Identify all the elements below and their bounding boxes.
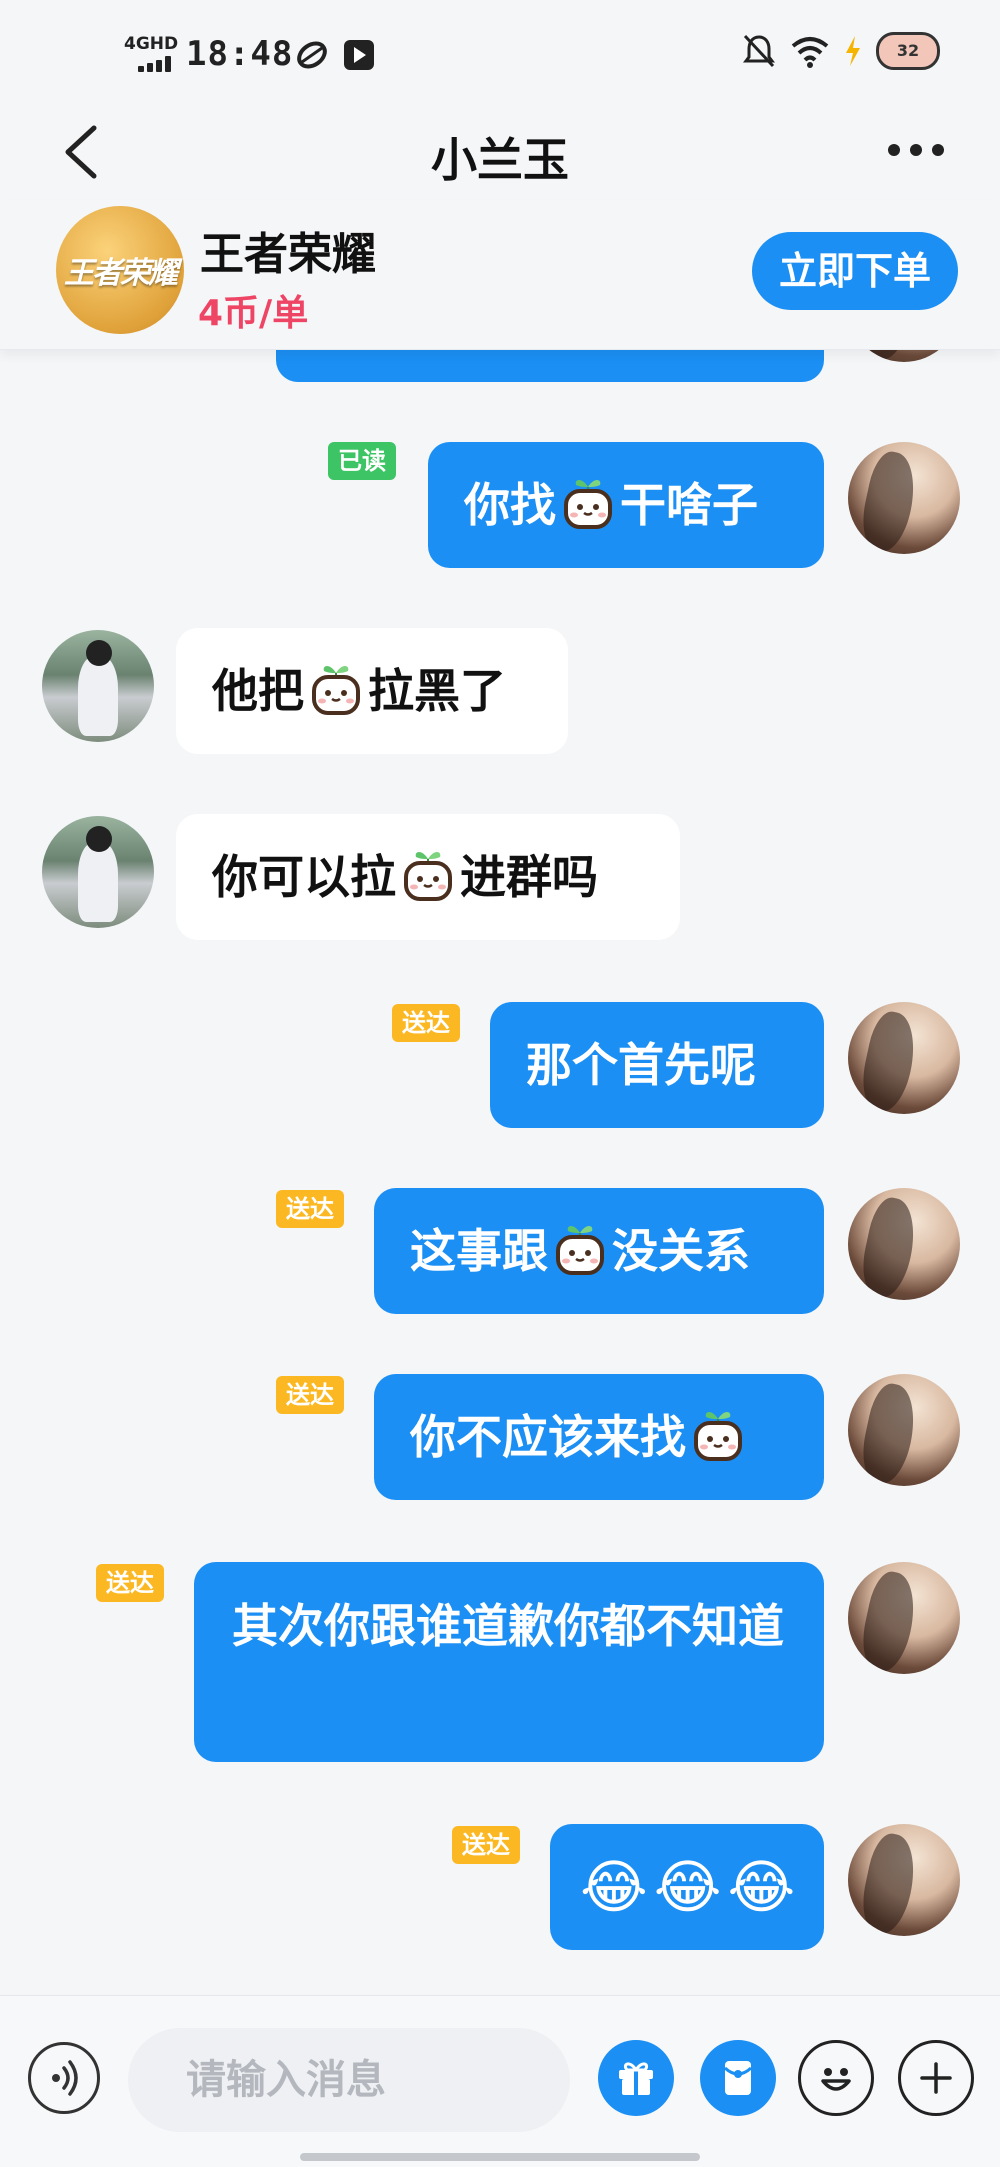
- sprout-pet-emoji-icon: [560, 475, 616, 529]
- wifi-icon: [791, 37, 829, 68]
- chat-header: 小兰玉: [0, 100, 1000, 200]
- video-app-icon: [344, 40, 374, 70]
- status-bar: 4GHD 18:48 32: [0, 0, 1000, 110]
- contact-avatar[interactable]: [42, 816, 154, 928]
- service-card: 王者荣耀 王者荣耀 4币/单 立即下单: [0, 200, 1000, 350]
- gift-button[interactable]: [598, 2040, 674, 2116]
- red-packet-icon: [723, 2061, 753, 2095]
- sprout-pet-emoji-icon: [552, 1221, 608, 1275]
- signal-icon: [138, 56, 174, 72]
- contact-avatar[interactable]: [42, 630, 154, 742]
- notification-icons: [296, 38, 380, 76]
- clock: 18:48: [186, 34, 294, 74]
- mute-icon: [743, 34, 775, 68]
- message-list[interactable]: 已读 你找 干啥子 他把 拉黑了 你可以拉 进群吗 送达 那个首先呢 送达 这事跟 没关…: [0, 350, 1000, 1995]
- my-avatar[interactable]: [848, 1002, 960, 1114]
- game-name: 王者荣耀: [200, 229, 376, 280]
- price-label: 4币/单: [198, 293, 309, 334]
- chat-title: 小兰玉: [431, 133, 569, 187]
- voice-button[interactable]: [28, 2042, 100, 2114]
- message-bubble[interactable]: 这事跟 没关系: [374, 1188, 824, 1314]
- order-now-button[interactable]: 立即下单: [752, 232, 958, 310]
- gift-icon: [619, 2062, 653, 2095]
- game-logo-text: 王者荣耀: [64, 256, 178, 291]
- more-button[interactable]: [876, 120, 956, 180]
- battery-icon: 32: [876, 32, 940, 70]
- delivered-status-badge: 送达: [96, 1564, 164, 1602]
- my-avatar[interactable]: [848, 442, 960, 554]
- message-bubble-partial[interactable]: [276, 350, 824, 382]
- my-avatar[interactable]: [848, 1374, 960, 1486]
- emoji-button[interactable]: [798, 2040, 874, 2116]
- message-input[interactable]: [128, 2028, 570, 2132]
- game-logo[interactable]: 王者荣耀: [56, 206, 184, 334]
- delivered-status-badge: 送达: [392, 1004, 460, 1042]
- emoji-icon: [821, 2068, 851, 2091]
- sprout-pet-emoji-icon: [308, 661, 364, 715]
- sprout-pet-emoji-icon: [690, 1407, 746, 1461]
- message-bubble[interactable]: 你可以拉 进群吗: [176, 814, 680, 940]
- message-bubble[interactable]: 其次你跟谁道歉你都不知道: [194, 1562, 824, 1762]
- message-bubble[interactable]: 你找 干啥子: [428, 442, 824, 568]
- my-avatar[interactable]: [848, 1824, 960, 1936]
- home-indicator[interactable]: [300, 2153, 700, 2161]
- message-bubble[interactable]: 那个首先呢: [490, 1002, 824, 1128]
- message-bubble[interactable]: 他把 拉黑了: [176, 628, 568, 754]
- network-type: 4GHD: [124, 34, 179, 54]
- delivered-status-badge: 送达: [276, 1190, 344, 1228]
- voice-icon: [52, 2060, 78, 2096]
- red-packet-button[interactable]: [700, 2040, 776, 2116]
- delivered-status-badge: 送达: [452, 1826, 520, 1864]
- laughing-tears-emoji-icon: 😂😂😂: [580, 1853, 802, 1921]
- message-bubble[interactable]: 你不应该来找: [374, 1374, 824, 1500]
- read-status-badge: 已读: [328, 442, 396, 480]
- my-avatar[interactable]: [848, 1562, 960, 1674]
- more-actions-button[interactable]: [898, 2040, 974, 2116]
- my-avatar[interactable]: [848, 350, 960, 362]
- delivered-status-badge: 送达: [276, 1376, 344, 1414]
- more-dots-icon: [888, 144, 900, 156]
- message-bubble[interactable]: 😂😂😂: [550, 1824, 824, 1950]
- charging-icon: [846, 36, 860, 66]
- my-avatar[interactable]: [848, 1188, 960, 1300]
- input-bar: [0, 1995, 1000, 2167]
- plus-icon: [920, 2062, 952, 2094]
- sprout-pet-emoji-icon: [400, 847, 456, 901]
- sync-icon: [297, 41, 327, 69]
